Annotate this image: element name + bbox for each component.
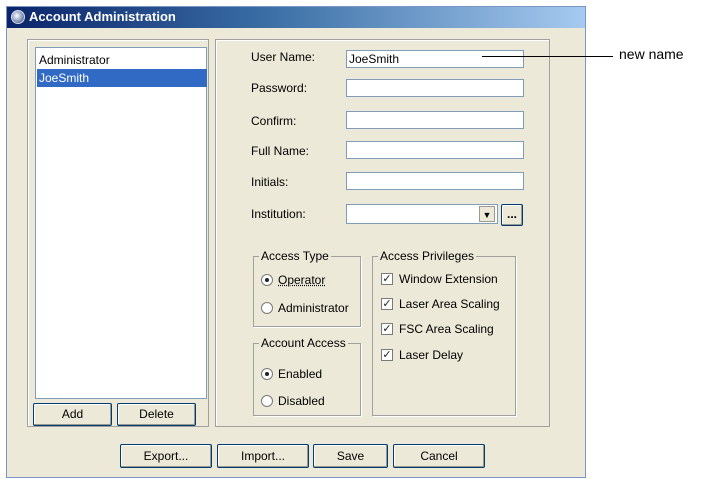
app-icon xyxy=(11,10,25,24)
password-input[interactable] xyxy=(346,79,524,97)
cancel-button[interactable]: Cancel xyxy=(393,444,485,468)
password-label: Password: xyxy=(251,81,308,95)
title-bar[interactable]: Account Administration xyxy=(7,7,585,28)
delete-button[interactable]: Delete xyxy=(117,403,196,426)
import-button[interactable]: Import... xyxy=(217,444,309,468)
callout-new-name: new name xyxy=(619,46,684,62)
initials-label: Initials: xyxy=(251,175,289,189)
user-list[interactable]: Administrator JoeSmith xyxy=(35,47,207,399)
laser-area-scaling-label: Laser Area Scaling xyxy=(399,297,500,311)
confirm-label: Confirm: xyxy=(251,114,297,128)
fsc-area-scaling-label: FSC Area Scaling xyxy=(399,322,494,336)
access-privileges-legend: Access Privileges xyxy=(378,249,477,263)
institution-browse-button[interactable]: ... xyxy=(501,204,523,226)
export-button[interactable]: Export... xyxy=(120,444,212,468)
account-details-panel: User Name: JoeSmith Password: Confirm: F… xyxy=(215,39,550,427)
laser-delay-label: Laser Delay xyxy=(399,348,464,362)
disabled-radio[interactable] xyxy=(261,395,273,407)
operator-radio-label: Operator xyxy=(278,273,326,287)
user-list-item-joesmith[interactable]: JoeSmith xyxy=(37,69,207,87)
administrator-radio-label: Administrator xyxy=(278,301,349,315)
operator-radio[interactable] xyxy=(261,274,273,286)
laser-delay-checkbox[interactable]: ✓ xyxy=(381,349,393,361)
confirm-password-input[interactable] xyxy=(346,111,524,129)
full-name-label: Full Name: xyxy=(251,144,310,158)
enabled-radio-label: Enabled xyxy=(278,367,323,381)
enabled-radio[interactable] xyxy=(261,368,273,380)
callout-line xyxy=(482,56,613,57)
fsc-area-scaling-checkbox[interactable]: ✓ xyxy=(381,323,393,335)
window-title: Account Administration xyxy=(29,9,176,24)
disabled-radio-label: Disabled xyxy=(278,394,325,408)
initials-input[interactable] xyxy=(346,172,524,190)
chevron-down-icon[interactable]: ▼ xyxy=(479,206,495,222)
user-list-panel: Administrator JoeSmith Add Delete xyxy=(27,39,209,427)
account-access-legend: Account Access xyxy=(259,336,348,350)
account-administration-window: Account Administration Administrator Joe… xyxy=(6,6,586,478)
window-extension-label: Window Extension xyxy=(399,272,498,286)
add-button[interactable]: Add xyxy=(33,403,112,426)
access-type-legend: Access Type xyxy=(259,249,331,263)
user-list-item-administrator[interactable]: Administrator xyxy=(37,51,207,69)
institution-label: Institution: xyxy=(251,207,306,221)
full-name-input[interactable] xyxy=(346,141,524,159)
laser-area-scaling-checkbox[interactable]: ✓ xyxy=(381,298,393,310)
access-privileges-group: Access Privileges ✓ Window Extension ✓ L… xyxy=(372,249,516,416)
account-access-group: Account Access Enabled Disabled xyxy=(253,336,361,416)
user-name-input[interactable]: JoeSmith xyxy=(346,50,524,68)
access-type-group: Access Type Operator Administrator xyxy=(253,249,361,327)
user-name-label: User Name: xyxy=(251,50,316,64)
window-extension-checkbox[interactable]: ✓ xyxy=(381,273,393,285)
administrator-radio[interactable] xyxy=(261,302,273,314)
save-button[interactable]: Save xyxy=(313,444,388,468)
institution-select[interactable]: ▼ xyxy=(346,204,498,224)
